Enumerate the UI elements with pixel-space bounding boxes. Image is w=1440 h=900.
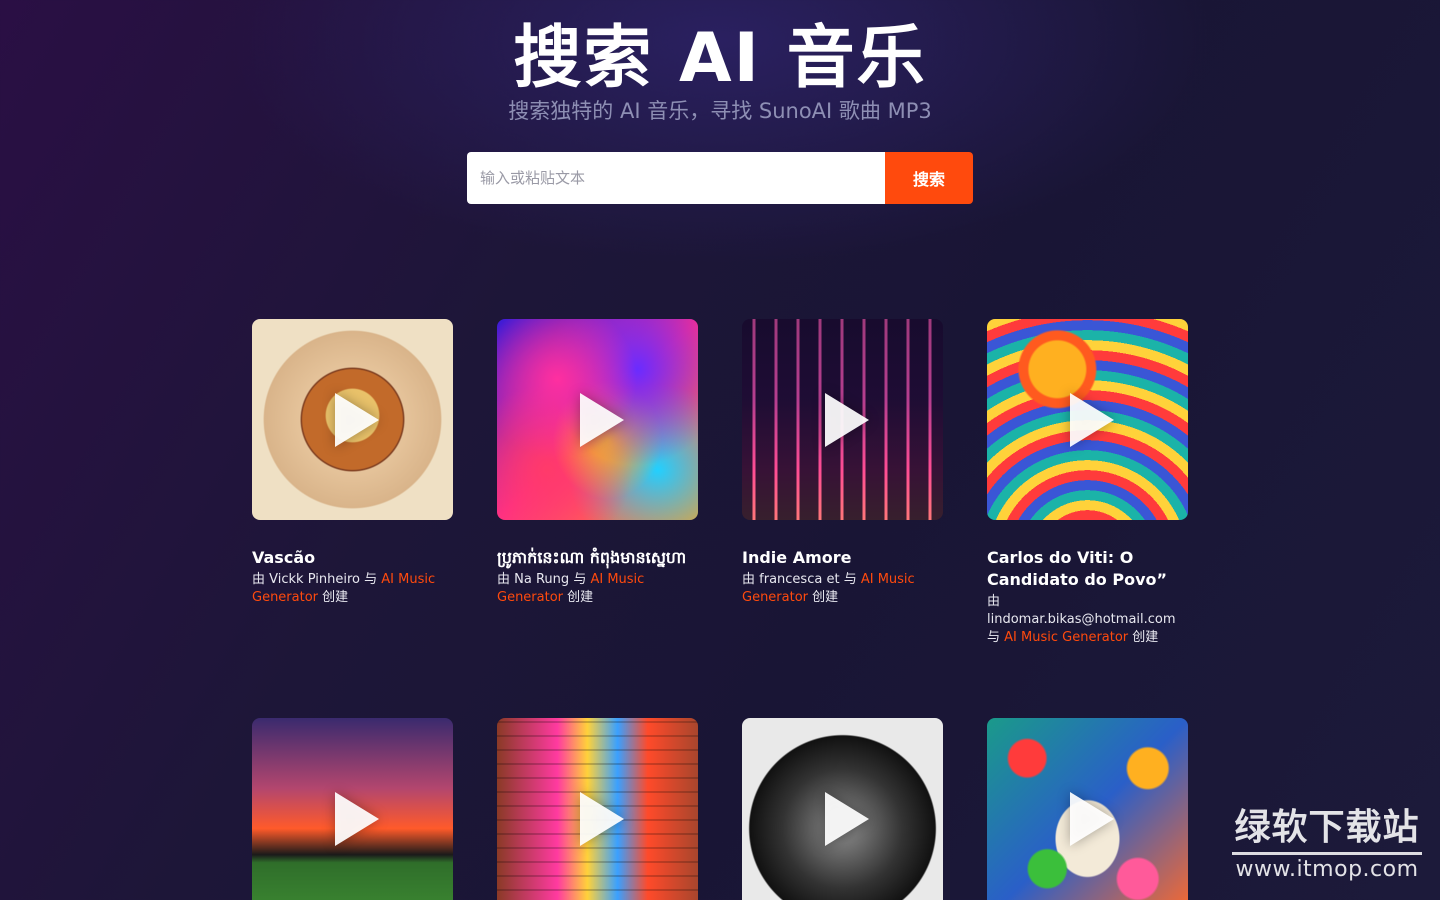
- song-card: [497, 718, 698, 900]
- created-label: 创建: [322, 590, 349, 605]
- search-button[interactable]: 搜索: [885, 152, 973, 204]
- play-icon[interactable]: [579, 392, 624, 447]
- by-label: 由: [742, 572, 756, 587]
- with-label: 与: [573, 572, 587, 587]
- play-icon[interactable]: [334, 392, 379, 447]
- song-cover[interactable]: [987, 319, 1188, 520]
- song-cover[interactable]: [497, 718, 698, 900]
- play-icon[interactable]: [1069, 392, 1114, 447]
- play-icon[interactable]: [1069, 791, 1114, 846]
- song-author: francesca et: [759, 572, 840, 587]
- song-meta: 由 Vickk Pinheiro 与 AI Music Generator 创建: [252, 571, 453, 607]
- song-meta: 由 lindomar.bikas@hotmail.com 与 AI Music …: [987, 593, 1188, 647]
- song-cover[interactable]: [742, 718, 943, 900]
- song-cover[interactable]: [252, 718, 453, 900]
- created-label: 创建: [567, 590, 594, 605]
- play-icon[interactable]: [334, 791, 379, 846]
- search-bar: 搜索: [467, 152, 973, 204]
- song-grid: Vascão 由 Vickk Pinheiro 与 AI Music Gener…: [252, 319, 1188, 900]
- song-meta: 由 francesca et 与 AI Music Generator 创建: [742, 571, 943, 607]
- play-icon[interactable]: [824, 791, 869, 846]
- song-meta: 由 Na Rung 与 AI Music Generator 创建: [497, 571, 698, 607]
- song-cover[interactable]: [742, 319, 943, 520]
- song-card: [742, 718, 943, 900]
- generator-link[interactable]: AI Music Generator: [1004, 630, 1128, 645]
- by-label: 由: [497, 572, 511, 587]
- song-author: Na Rung: [514, 572, 570, 587]
- created-label: 创建: [812, 590, 839, 605]
- song-title[interactable]: Vascão: [252, 547, 453, 569]
- created-label: 创建: [1132, 630, 1159, 645]
- with-label: 与: [843, 572, 857, 587]
- search-input[interactable]: [467, 152, 885, 204]
- song-cover[interactable]: [497, 319, 698, 520]
- song-title[interactable]: Carlos do Viti: O Candidato do Povo”: [987, 547, 1188, 591]
- with-label: 与: [987, 630, 1001, 645]
- song-card: Vascão 由 Vickk Pinheiro 与 AI Music Gener…: [252, 319, 453, 718]
- by-label: 由: [252, 572, 266, 587]
- song-cover[interactable]: [252, 319, 453, 520]
- play-icon[interactable]: [824, 392, 869, 447]
- site-watermark: 绿软下载站 www.itmop.com: [1232, 806, 1422, 885]
- watermark-title: 绿软下载站: [1232, 806, 1422, 855]
- song-card: Carlos do Viti: O Candidato do Povo” 由 l…: [987, 319, 1188, 718]
- song-card: [987, 718, 1188, 900]
- page-title: 搜索 AI 音乐: [513, 19, 927, 98]
- page-subtitle: 搜索独特的 AI 音乐，寻找 SunoAI 歌曲 MP3: [508, 99, 932, 123]
- song-card: [252, 718, 453, 900]
- with-label: 与: [364, 572, 378, 587]
- song-author: Vickk Pinheiro: [269, 572, 360, 587]
- watermark-url: www.itmop.com: [1235, 857, 1419, 882]
- song-cover[interactable]: [987, 718, 1188, 900]
- by-label: 由: [987, 594, 1001, 609]
- song-card: ប្រូភាក់នេះណា កំពុងមានស្នេហា 由 Na Rung 与…: [497, 319, 698, 718]
- song-author: lindomar.bikas@hotmail.com: [987, 612, 1176, 627]
- song-title[interactable]: ប្រូភាក់នេះណា កំពុងមានស្នេហា: [497, 547, 698, 569]
- song-title[interactable]: Indie Amore: [742, 547, 943, 569]
- play-icon[interactable]: [579, 791, 624, 846]
- song-card: Indie Amore 由 francesca et 与 AI Music Ge…: [742, 319, 943, 718]
